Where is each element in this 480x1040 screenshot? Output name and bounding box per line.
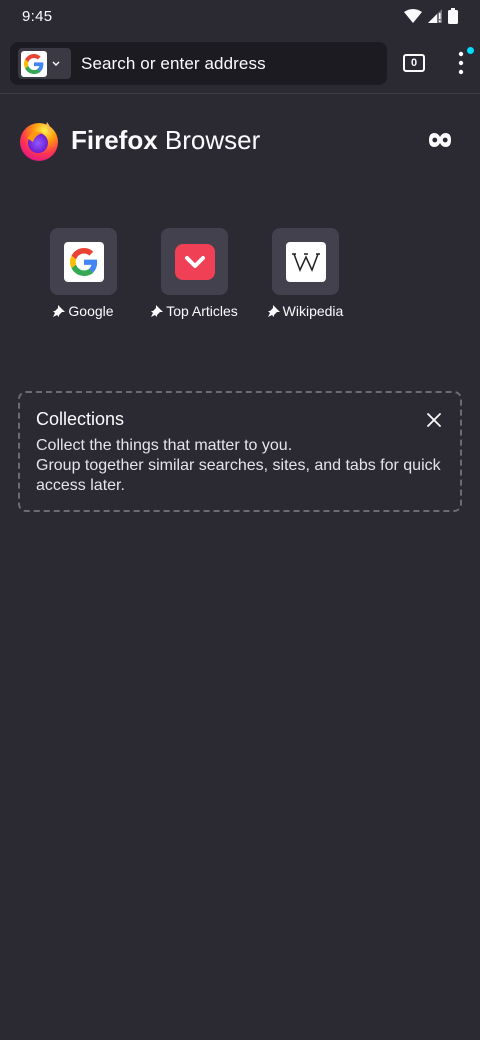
collections-line-1: Collect the things that matter to you. xyxy=(36,437,293,454)
collections-line-2: Group together similar searches, sites, … xyxy=(36,457,441,494)
tab-counter-button[interactable]: 0 xyxy=(403,54,425,72)
top-site-label: Google xyxy=(53,303,114,319)
google-icon xyxy=(63,241,104,282)
top-site-label-text: Wikipedia xyxy=(282,303,344,319)
pocket-icon xyxy=(174,243,215,280)
pin-icon xyxy=(267,305,280,317)
top-site-tile[interactable] xyxy=(50,228,117,295)
brand-name: Firefox Browser xyxy=(71,125,260,156)
top-site-top-articles[interactable]: Top Articles xyxy=(139,228,250,319)
top-site-tile[interactable] xyxy=(161,228,228,295)
top-site-label-text: Top Articles xyxy=(166,303,238,319)
top-site-label: Wikipedia xyxy=(267,303,344,319)
collections-description: Collect the things that matter to you. G… xyxy=(36,436,444,496)
google-icon xyxy=(21,50,47,77)
status-bar: 9:45 xyxy=(0,0,480,32)
top-site-google[interactable]: Google xyxy=(28,228,139,319)
firefox-logo-icon xyxy=(20,122,58,161)
top-site-tile[interactable] xyxy=(272,228,339,295)
battery-icon xyxy=(448,8,458,24)
top-sites: Google Top Articles Wikipedia xyxy=(28,228,361,319)
top-site-wikipedia[interactable]: Wikipedia xyxy=(250,228,361,319)
search-engine-selector[interactable] xyxy=(18,48,71,79)
brand-header: Firefox Browser xyxy=(17,118,260,162)
notification-dot-icon xyxy=(467,47,474,54)
url-bar[interactable]: Search or enter address xyxy=(10,42,387,85)
pin-icon xyxy=(53,305,66,317)
search-input[interactable]: Search or enter address xyxy=(81,54,266,74)
wifi-icon xyxy=(404,9,422,23)
chevron-down-icon xyxy=(52,61,60,66)
top-site-label-text: Google xyxy=(68,303,114,319)
collections-card: Collections Collect the things that matt… xyxy=(18,391,462,512)
brand-name-bold: Firefox xyxy=(71,124,158,155)
status-icons xyxy=(404,8,458,24)
toolbar: Search or enter address 0 xyxy=(0,32,480,94)
wikipedia-icon xyxy=(285,241,326,282)
top-site-label: Top Articles xyxy=(151,303,238,319)
collections-title: Collections xyxy=(36,409,125,429)
close-icon[interactable] xyxy=(426,412,442,428)
signal-icon xyxy=(428,9,442,23)
status-time: 9:45 xyxy=(22,7,53,25)
brand-name-rest: Browser xyxy=(157,124,261,155)
pin-icon xyxy=(151,305,164,317)
private-mode-icon[interactable] xyxy=(427,130,453,150)
